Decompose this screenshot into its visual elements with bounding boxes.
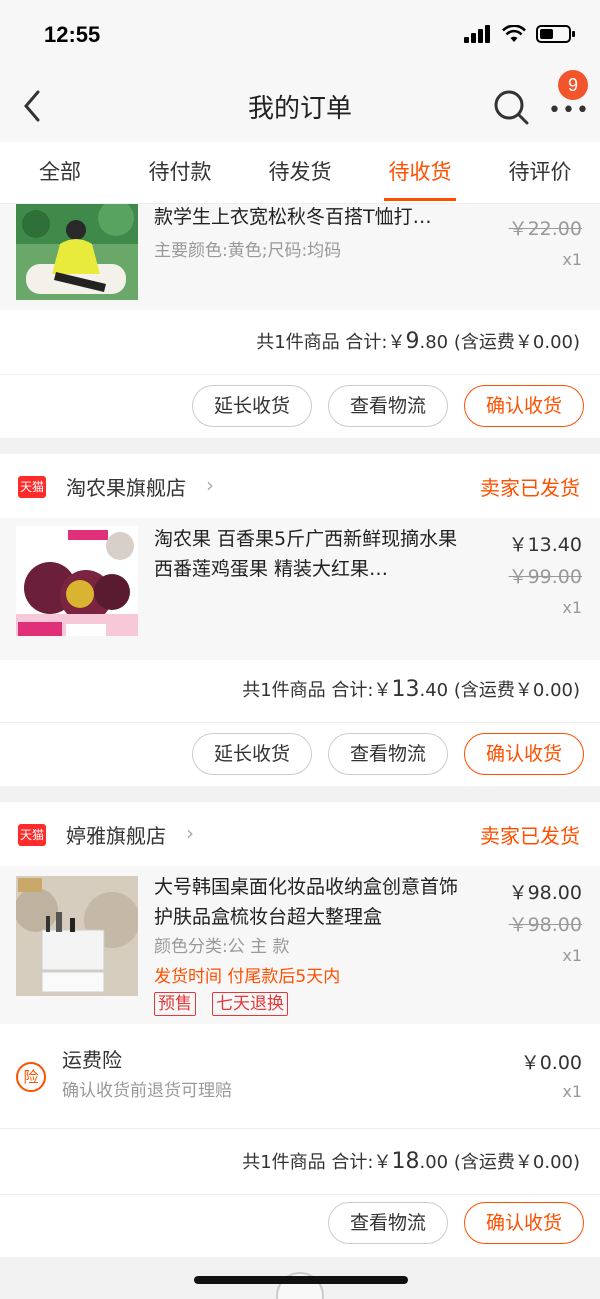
- total-dec: .40: [419, 680, 449, 701]
- presale-tag: 预售: [154, 992, 196, 1016]
- total-int: 18: [391, 1149, 420, 1174]
- order-card-1: 款学生上衣宽松秋冬百搭T恤打… 主要颜色:黄色;尺码:均码 ￥22.00 x1 …: [0, 204, 600, 438]
- item-count: 共1件商品: [242, 1152, 326, 1173]
- chevron-right-icon: ›: [186, 821, 194, 845]
- tmall-badge: 天猫: [18, 476, 46, 498]
- order-item[interactable]: 淘农果 百香果5斤广西新鲜现摘水果西番莲鸡蛋果 精装大红果… ￥13.40 ￥9…: [0, 518, 600, 660]
- insurance-desc: 确认收货前退货可理赔: [62, 1081, 232, 1101]
- confirm-receipt-button[interactable]: 确认收货: [464, 385, 584, 427]
- divider: [0, 374, 600, 375]
- product-title: 淘农果 百香果5斤广西新鲜现摘水果西番莲鸡蛋果 精装大红果…: [154, 528, 458, 580]
- total-int: 9: [405, 329, 420, 354]
- insurance-price: ￥0.00: [520, 1052, 582, 1074]
- tab-pending-payment[interactable]: 待付款: [120, 142, 240, 203]
- product-spec: 主要颜色:黄色;尺码:均码: [154, 241, 342, 261]
- seven-day-return-tag: 七天退换: [212, 992, 288, 1016]
- order-status: 卖家已发货: [480, 476, 580, 500]
- battery-icon: [536, 25, 575, 43]
- shop-header[interactable]: 天猫 婷雅旗舰店 › 卖家已发货: [0, 802, 600, 866]
- shop-name[interactable]: 淘农果旗舰店: [66, 472, 186, 501]
- original-price: ￥98.00: [508, 914, 582, 936]
- nav-bar: 我的订单 ••• 9: [0, 70, 600, 142]
- order-status: 卖家已发货: [480, 824, 580, 848]
- total-label: 合计:￥: [331, 680, 392, 701]
- shipping-fee: (含运费￥0.00): [453, 332, 580, 353]
- product-image-organizer[interactable]: [16, 876, 138, 996]
- tmall-badge: 天猫: [18, 824, 46, 846]
- shipping-insurance[interactable]: 险 运费险 确认收货前退货可理赔 ￥0.00 x1: [0, 1024, 600, 1128]
- product-image-passion-fruit[interactable]: [16, 526, 138, 636]
- extend-receipt-button[interactable]: 延长收货: [192, 733, 312, 775]
- tab-pending-review[interactable]: 待评价: [480, 142, 600, 203]
- order-item[interactable]: 款学生上衣宽松秋冬百搭T恤打… 主要颜色:黄色;尺码:均码 ￥22.00 x1: [0, 204, 600, 310]
- cellular-signal-icon: [464, 25, 490, 43]
- insurance-quantity: x1: [562, 1082, 582, 1101]
- price: ￥98.00: [508, 882, 582, 904]
- extend-receipt-button[interactable]: 延长收货: [192, 385, 312, 427]
- chevron-right-icon: ›: [206, 473, 214, 497]
- divider: [0, 1128, 600, 1129]
- tab-pending-shipment[interactable]: 待发货: [240, 142, 360, 203]
- quantity: x1: [562, 250, 582, 269]
- view-logistics-button[interactable]: 查看物流: [328, 385, 448, 427]
- order-card-2: 天猫 淘农果旗舰店 › 卖家已发货 淘农果 百香果5斤广西新鲜现摘水果西番莲鸡蛋…: [0, 454, 600, 786]
- original-price: ￥99.00: [508, 566, 582, 588]
- status-time: 12:55: [44, 22, 101, 47]
- insurance-icon: 险: [16, 1062, 46, 1092]
- total-label: 合计:￥: [331, 1152, 392, 1173]
- status-bar: 12:55: [0, 0, 600, 70]
- more-icon[interactable]: •••: [548, 98, 590, 123]
- order-list: 款学生上衣宽松秋冬百搭T恤打… 主要颜色:黄色;尺码:均码 ￥22.00 x1 …: [0, 204, 600, 1299]
- notification-badge: 9: [558, 70, 588, 100]
- order-summary: 共1件商品 合计:￥9.80 (含运费￥0.00): [256, 328, 580, 354]
- total-dec: .00: [419, 1152, 449, 1173]
- product-image-shirt[interactable]: [16, 204, 138, 300]
- presale-info: 发货时间 付尾款后5天内: [154, 967, 341, 987]
- total-dec: .80: [419, 332, 449, 353]
- divider: [0, 1194, 600, 1195]
- item-count: 共1件商品: [242, 680, 326, 701]
- product-title: 大号韩国桌面化妆品收纳盒创意首饰护肤品盒梳妆台超大整理盒: [154, 876, 459, 928]
- order-summary: 共1件商品 合计:￥18.00 (含运费￥0.00): [242, 1148, 580, 1174]
- order-tabs: 全部 待付款 待发货 待收货 待评价: [0, 142, 600, 204]
- total-int: 13: [391, 677, 420, 702]
- wifi-icon: [502, 25, 526, 42]
- quantity: x1: [562, 598, 582, 617]
- tab-all[interactable]: 全部: [0, 142, 120, 203]
- price: ￥13.40: [508, 534, 582, 556]
- order-summary: 共1件商品 合计:￥13.40 (含运费￥0.00): [242, 676, 580, 702]
- divider: [0, 722, 600, 723]
- product-spec: 颜色分类:公 主 款: [154, 937, 290, 957]
- total-label: 合计:￥: [345, 332, 406, 353]
- order-item[interactable]: 大号韩国桌面化妆品收纳盒创意首饰护肤品盒梳妆台超大整理盒 颜色分类:公 主 款 …: [0, 866, 600, 1024]
- view-logistics-button[interactable]: 查看物流: [328, 1202, 448, 1244]
- shipping-fee: (含运费￥0.00): [453, 1152, 580, 1173]
- shop-name[interactable]: 婷雅旗舰店: [66, 820, 166, 849]
- tab-pending-receipt[interactable]: 待收货: [360, 142, 480, 203]
- confirm-receipt-button[interactable]: 确认收货: [464, 733, 584, 775]
- quantity: x1: [562, 946, 582, 965]
- home-indicator: [194, 1276, 408, 1284]
- order-card-3: 天猫 婷雅旗舰店 › 卖家已发货 大号韩国桌面化妆品收纳盒创意首饰护肤品盒梳妆台…: [0, 802, 600, 1257]
- view-logistics-button[interactable]: 查看物流: [328, 733, 448, 775]
- product-title: 款学生上衣宽松秋冬百搭T恤打…: [154, 206, 432, 228]
- original-price: ￥22.00: [508, 218, 582, 240]
- status-icons: [464, 24, 576, 44]
- confirm-receipt-button[interactable]: 确认收货: [464, 1202, 584, 1244]
- shop-header[interactable]: 天猫 淘农果旗舰店 › 卖家已发货: [0, 454, 600, 518]
- shipping-fee: (含运费￥0.00): [453, 680, 580, 701]
- search-icon[interactable]: [492, 88, 532, 128]
- insurance-title: 运费险: [62, 1048, 122, 1072]
- item-count: 共1件商品: [256, 332, 340, 353]
